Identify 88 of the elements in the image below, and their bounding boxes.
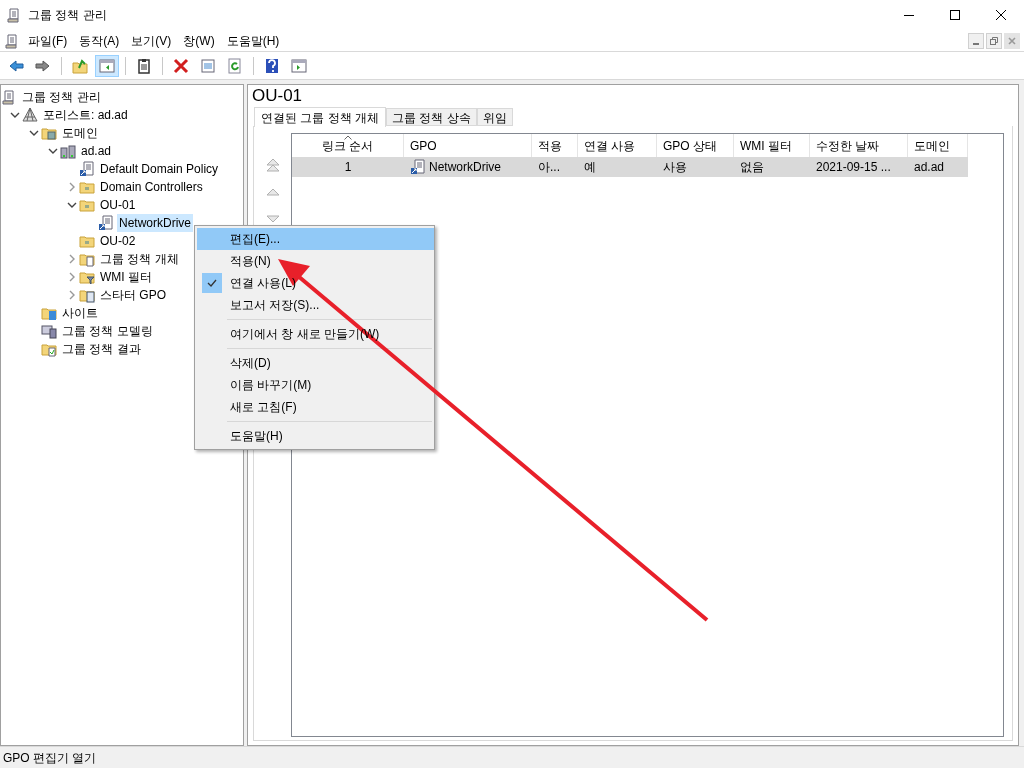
window-title: 그룹 정책 관리 bbox=[28, 7, 107, 24]
folder-icon bbox=[79, 233, 95, 249]
minimize-icon bbox=[973, 42, 979, 45]
expand-chevron-icon[interactable] bbox=[67, 290, 77, 300]
table-row[interactable]: 1 NetworkDrive 아... 예 사용 없음 2021-09-15 ... ad.ad bbox=[292, 157, 968, 177]
pane-toggle-button[interactable] bbox=[95, 54, 119, 77]
tree-item[interactable]: 사이트 bbox=[60, 304, 100, 322]
maximize-icon bbox=[950, 10, 960, 20]
menu-item[interactable]: 이름 바꾸기(M) bbox=[197, 374, 434, 396]
pane-toggle-icon bbox=[99, 57, 115, 74]
move-to-top-icon[interactable] bbox=[264, 157, 281, 173]
tree-item[interactable]: 스타터 GPO bbox=[98, 286, 168, 304]
collapse-chevron-icon[interactable] bbox=[10, 110, 20, 120]
expand-chevron-icon[interactable] bbox=[67, 272, 77, 282]
folder-icon bbox=[79, 269, 95, 285]
servers-icon bbox=[60, 143, 76, 159]
computer-icon bbox=[41, 323, 57, 339]
pane-title: OU-01 bbox=[251, 85, 304, 106]
tab[interactable]: 위임 bbox=[476, 108, 513, 126]
menu-item[interactable]: 적용(N) bbox=[197, 250, 434, 272]
tree-item[interactable]: 그룹 정책 관리 bbox=[20, 88, 103, 106]
menu-item[interactable]: 창(W) bbox=[177, 30, 221, 51]
status-text: GPO 편집기 열기 bbox=[3, 749, 97, 767]
menu-item[interactable]: 연결 사용(L) bbox=[197, 272, 434, 294]
menu-item[interactable]: 동작(A) bbox=[73, 30, 126, 51]
menu-item[interactable]: 파일(F) bbox=[22, 30, 74, 51]
document-icon bbox=[79, 161, 95, 177]
pane-toggle-icon bbox=[291, 57, 307, 74]
tree-item[interactable]: 그룹 정책 모델링 bbox=[60, 322, 155, 340]
menu-item[interactable]: 도움말(H) bbox=[220, 30, 286, 51]
restore-button[interactable] bbox=[986, 32, 1002, 49]
delete-icon bbox=[173, 57, 189, 74]
folder-icon bbox=[79, 179, 95, 195]
folder-icon bbox=[79, 197, 95, 213]
folder-icon bbox=[41, 305, 57, 321]
table-cell-text: ad.ad bbox=[914, 159, 945, 176]
menu-item[interactable]: 도움말(H) bbox=[197, 425, 434, 447]
forward-arrow-icon bbox=[35, 57, 51, 74]
help-icon bbox=[264, 57, 280, 74]
scroll-icon bbox=[6, 7, 22, 23]
tree-item[interactable]: OU-02 bbox=[98, 232, 138, 250]
table-cell-text: 아... bbox=[538, 159, 560, 176]
collapse-chevron-icon[interactable] bbox=[48, 146, 58, 156]
clipboard-icon bbox=[136, 57, 152, 74]
folder-icon bbox=[72, 57, 88, 74]
tree-item[interactable]: OU-01 bbox=[98, 196, 138, 214]
menu-item[interactable]: 편집(E)... bbox=[197, 228, 434, 250]
properties-icon bbox=[200, 57, 216, 74]
tree-item[interactable]: Default Domain Policy bbox=[98, 160, 221, 178]
expand-chevron-icon[interactable] bbox=[67, 254, 77, 264]
document-icon bbox=[98, 215, 114, 231]
collapse-chevron-icon[interactable] bbox=[29, 128, 39, 138]
tab[interactable]: 연결된 그룹 정책 개체 bbox=[254, 107, 386, 127]
table-cell-text: 없음 bbox=[740, 159, 764, 176]
tree-item[interactable]: 도메인 bbox=[60, 124, 100, 142]
back-arrow-icon bbox=[8, 57, 24, 74]
tab[interactable]: 그룹 정책 상속 bbox=[386, 108, 477, 126]
table-cell-text: 2021-09-15 ... bbox=[816, 159, 891, 176]
expand-chevron-icon[interactable] bbox=[67, 182, 77, 192]
folder-icon bbox=[41, 125, 57, 141]
menu-item[interactable]: 보고서 저장(S)... bbox=[197, 294, 434, 316]
tree-item[interactable]: Domain Controllers bbox=[98, 178, 205, 196]
table-cell-text: 사용 bbox=[663, 159, 687, 176]
scroll-icon bbox=[4, 32, 20, 49]
folder-icon bbox=[41, 341, 57, 357]
restore-icon bbox=[990, 36, 998, 45]
table-cell-text: 1 bbox=[344, 159, 352, 176]
folder-icon bbox=[79, 287, 95, 303]
tree-item[interactable]: 그룹 정책 결과 bbox=[60, 340, 143, 358]
close-button[interactable] bbox=[1004, 32, 1020, 49]
folder-icon bbox=[79, 251, 95, 267]
table-cell-text: 예 bbox=[584, 159, 596, 176]
refresh-icon bbox=[227, 57, 243, 74]
tree-item[interactable]: NetworkDrive bbox=[117, 214, 193, 232]
menu-item[interactable]: 보기(V) bbox=[125, 30, 178, 51]
tree-item[interactable]: 그룹 정책 개체 bbox=[98, 250, 181, 268]
menu-item[interactable]: 삭제(D) bbox=[197, 352, 434, 374]
pyramid-icon bbox=[22, 107, 38, 123]
close-icon bbox=[996, 10, 1006, 20]
tree-item[interactable]: WMI 필터 bbox=[98, 268, 154, 286]
tree-item[interactable]: 포리스트: ad.ad bbox=[41, 106, 130, 124]
collapse-chevron-icon[interactable] bbox=[67, 200, 77, 210]
tree-item[interactable]: ad.ad bbox=[79, 142, 114, 160]
document-icon bbox=[410, 159, 426, 175]
table-cell-text: NetworkDrive bbox=[429, 159, 501, 176]
close-icon bbox=[1008, 36, 1016, 45]
minimize-button[interactable] bbox=[968, 32, 984, 49]
menu-item[interactable]: 새로 고침(F) bbox=[197, 396, 434, 418]
